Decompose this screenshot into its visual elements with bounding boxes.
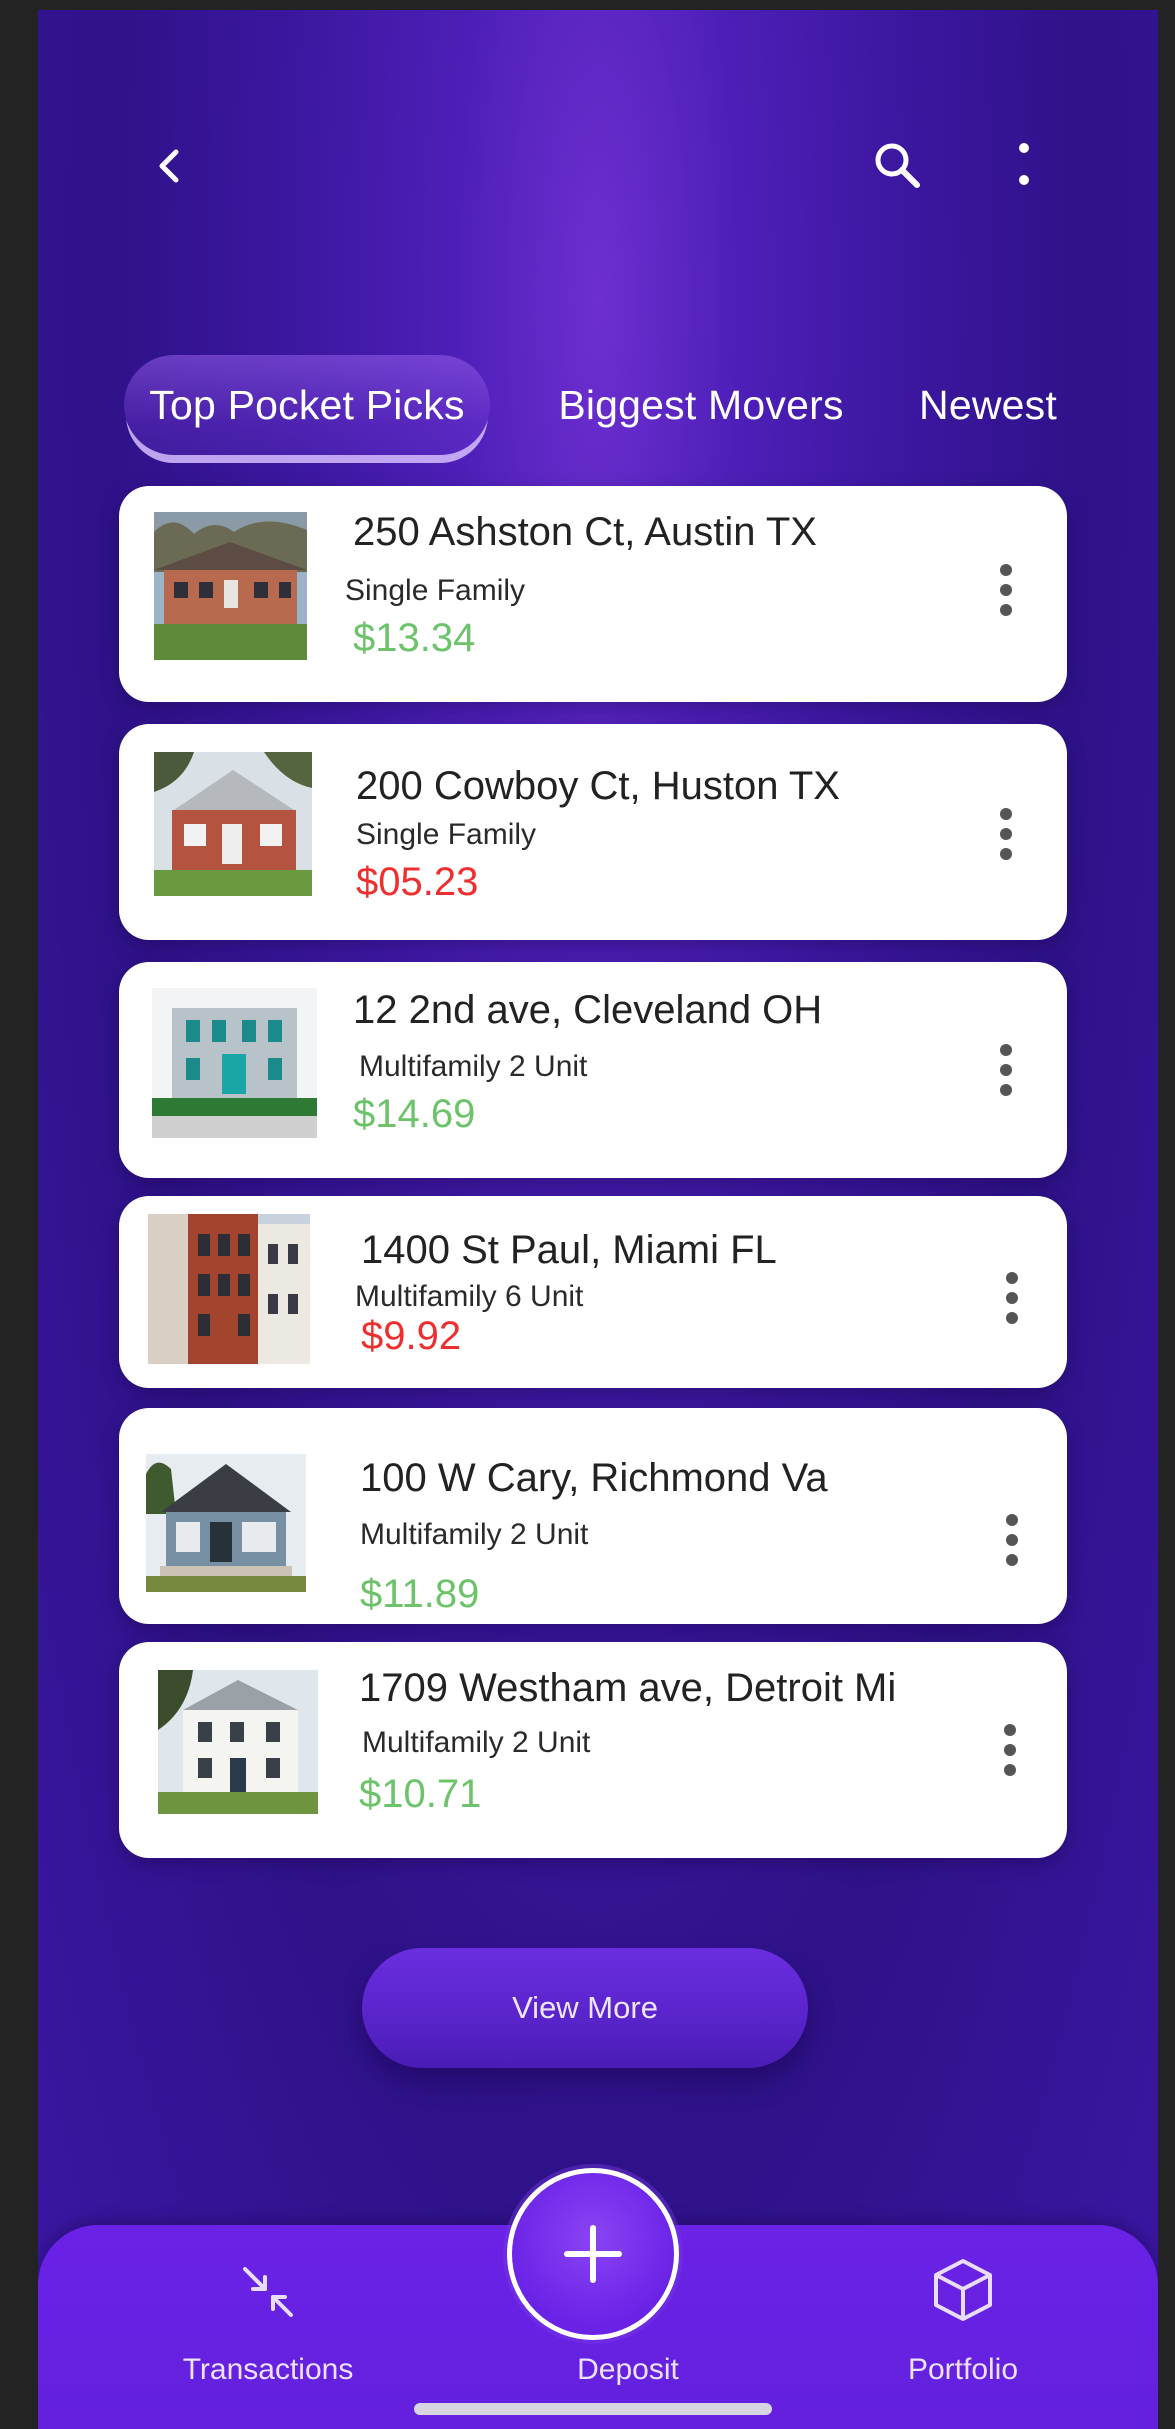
property-address: 250 Ashston Ct, Austin TX (353, 510, 817, 554)
plus-icon (564, 2225, 622, 2283)
property-photo (154, 752, 312, 896)
property-price: $11.89 (360, 1572, 480, 1616)
app-screen: Top Pocket Picks Biggest Movers Newest 2… (38, 10, 1158, 2429)
home-indicator (414, 2403, 772, 2415)
top-bar (38, 10, 1158, 310)
property-card[interactable]: 1709 Westham ave, Detroit Mi Multifamily… (119, 1642, 1067, 1858)
property-photo (146, 1454, 306, 1592)
more-vertical-icon[interactable] (995, 1042, 1017, 1098)
property-type: Single Family (356, 818, 537, 851)
property-address: 100 W Cary, Richmond Va (360, 1456, 828, 1500)
cube-icon (934, 2259, 992, 2321)
property-card[interactable]: 1400 St Paul, Miami FL Multifamily 6 Uni… (119, 1196, 1067, 1388)
property-card[interactable]: 200 Cowboy Ct, Huston TX Single Family $… (119, 724, 1067, 940)
nav-portfolio-label: Portfolio (907, 2353, 1019, 2386)
property-price: $13.34 (353, 616, 476, 660)
property-card[interactable]: 12 2nd ave, Cleveland OH Multifamily 2 U… (119, 962, 1067, 1178)
nav-portfolio[interactable]: Portfolio (838, 2225, 1088, 2405)
property-card[interactable]: 250 Ashston Ct, Austin TX Single Family … (119, 486, 1067, 702)
property-address: 200 Cowboy Ct, Huston TX (356, 764, 840, 808)
property-address: 1709 Westham ave, Detroit Mi (359, 1666, 897, 1710)
view-more-button[interactable]: View More (362, 1948, 808, 2068)
tab-biggest-movers[interactable]: Biggest Movers (541, 355, 861, 455)
property-card[interactable]: 100 W Cary, Richmond Va Multifamily 2 Un… (119, 1408, 1067, 1624)
more-vertical-icon[interactable] (1001, 1270, 1023, 1326)
more-vertical-icon[interactable] (1001, 1512, 1023, 1568)
more-options-button[interactable] (1004, 132, 1044, 198)
arrows-collapse-icon (243, 2267, 293, 2317)
property-price: $9.92 (361, 1314, 462, 1358)
property-photo (158, 1670, 318, 1814)
property-address: 12 2nd ave, Cleveland OH (353, 988, 823, 1032)
property-photo (148, 1214, 310, 1364)
property-type: Multifamily 2 Unit (360, 1518, 589, 1551)
property-address: 1400 St Paul, Miami FL (361, 1228, 777, 1272)
property-type: Multifamily 2 Unit (359, 1050, 588, 1083)
search-icon (875, 143, 920, 188)
property-photo (154, 512, 307, 660)
property-photo (152, 988, 317, 1138)
deposit-button[interactable] (507, 2168, 679, 2340)
property-price: $14.69 (353, 1092, 476, 1136)
tab-top-pocket-picks[interactable]: Top Pocket Picks (124, 355, 490, 455)
search-button[interactable] (864, 132, 930, 198)
property-price: $05.23 (356, 860, 479, 904)
property-type: Multifamily 6 Unit (355, 1280, 584, 1313)
category-tabs: Top Pocket Picks Biggest Movers Newest (38, 355, 1158, 465)
more-vertical-icon (1019, 143, 1029, 185)
nav-transactions-label: Transactions (182, 2353, 354, 2386)
chevron-left-icon (159, 149, 179, 183)
property-type: Single Family (345, 574, 526, 607)
property-price: $10.71 (359, 1772, 482, 1816)
more-vertical-icon[interactable] (995, 806, 1017, 862)
more-vertical-icon[interactable] (995, 562, 1017, 618)
back-button[interactable] (138, 134, 202, 198)
tab-newest[interactable]: Newest (898, 355, 1078, 455)
more-vertical-icon[interactable] (999, 1722, 1021, 1778)
property-type: Multifamily 2 Unit (362, 1726, 591, 1759)
nav-transactions[interactable]: Transactions (158, 2225, 378, 2405)
nav-deposit-label: Deposit (577, 2353, 679, 2386)
